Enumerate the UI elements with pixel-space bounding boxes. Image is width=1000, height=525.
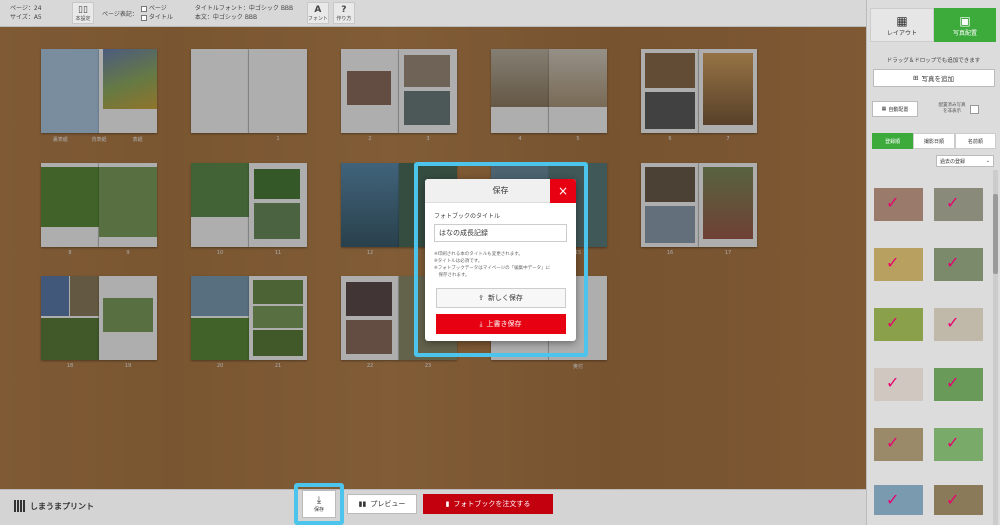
howto-button[interactable]: ? 作り方 bbox=[332, 2, 355, 24]
photo-thumb[interactable]: ✓ bbox=[874, 428, 923, 461]
page-display-options: ページ表記： ページ タイトル bbox=[102, 4, 173, 22]
photo-thumb[interactable]: ✓ bbox=[934, 368, 983, 401]
check-icon: ✓ bbox=[886, 253, 900, 272]
spread-2-3[interactable] bbox=[341, 49, 457, 133]
close-icon: × bbox=[557, 184, 569, 198]
photo-thumb[interactable]: ✓ bbox=[874, 188, 923, 221]
close-button[interactable]: × bbox=[550, 179, 576, 203]
page-count: ページ：24 bbox=[10, 5, 42, 12]
drag-hint: ドラッグ＆ドロップでも追加できます bbox=[886, 58, 981, 64]
book-settings-button[interactable]: ▯▯ 本設定 bbox=[72, 2, 94, 24]
check-icon: ✓ bbox=[946, 433, 960, 452]
title-checkbox[interactable]: タイトル bbox=[140, 13, 173, 22]
photo-source-select[interactable]: 過去の登録 ⌄ bbox=[936, 155, 994, 167]
dialog-title: 保存 bbox=[492, 186, 509, 195]
brand-logo: しまうまプリント bbox=[14, 500, 94, 512]
spread-4-5[interactable] bbox=[491, 49, 607, 133]
grid-icon: ▦ bbox=[896, 13, 908, 28]
photo-thumb[interactable]: ✓ bbox=[934, 308, 983, 341]
check-icon: ✓ bbox=[946, 313, 960, 332]
save-dialog: 保存 × フォトブックのタイトル ※印刷される本のタイトルも変更されます。 ※タ… bbox=[425, 179, 576, 341]
tab-photo-placement[interactable]: ▣ 写真配置 bbox=[934, 8, 996, 42]
order-photobook-button[interactable]: ▮ フォトブックを注文する bbox=[423, 494, 553, 514]
help-icon: ? bbox=[341, 4, 347, 15]
chevron-down-icon: ⌄ bbox=[985, 158, 990, 164]
add-photo-icon: ⊞ bbox=[913, 74, 919, 82]
auto-place-button[interactable]: ▦ 自動配置 bbox=[872, 101, 918, 117]
download-icon: ⤓ bbox=[479, 319, 483, 328]
book-icon: ▯▯ bbox=[78, 4, 88, 15]
top-toolbar: ページ：24 サイズ：A5 ▯▯ 本設定 ページ表記： ページ タイトル タイト… bbox=[0, 0, 866, 27]
hide-used-toggle[interactable] bbox=[970, 104, 979, 114]
check-icon: ✓ bbox=[946, 193, 960, 212]
download-icon: ⤓ bbox=[316, 495, 322, 506]
spread-10-11[interactable] bbox=[191, 163, 307, 247]
right-sidebar: ▦ レイアウト ▣ 写真配置 ドラッグ＆ドロップでも追加できます ⊞ 写真を追加… bbox=[866, 0, 1000, 525]
tab-layout[interactable]: ▦ レイアウト bbox=[870, 8, 934, 42]
photo-thumb[interactable]: ✓ bbox=[874, 368, 923, 401]
check-icon: ✓ bbox=[886, 433, 900, 452]
photo-thumb[interactable]: ✓ bbox=[934, 188, 983, 221]
image-icon: ▣ bbox=[959, 13, 971, 28]
photo-thumb[interactable]: ✓ bbox=[934, 485, 983, 515]
page-number-checkbox[interactable]: ページ bbox=[140, 4, 173, 13]
logo-icon bbox=[14, 500, 26, 512]
spread-16-17[interactable] bbox=[641, 163, 757, 247]
photo-thumb[interactable]: ✓ bbox=[934, 248, 983, 281]
check-icon: ✓ bbox=[946, 253, 960, 272]
spread-6-7[interactable] bbox=[641, 49, 757, 133]
hide-used-label: 配置済み写真を非表示 bbox=[938, 103, 966, 114]
upload-icon: ⇪ bbox=[478, 294, 484, 302]
filter-name[interactable]: 名前順 bbox=[954, 133, 996, 149]
photo-thumb[interactable]: ✓ bbox=[874, 308, 923, 341]
photo-thumb[interactable]: ✓ bbox=[874, 485, 923, 515]
spread-18-19[interactable] bbox=[41, 276, 157, 360]
check-icon: ✓ bbox=[886, 490, 900, 509]
auto-icon: ▦ bbox=[881, 106, 887, 112]
spread-1[interactable] bbox=[191, 49, 307, 133]
book-title-input[interactable] bbox=[434, 224, 567, 242]
filter-registered[interactable]: 登録順 bbox=[872, 133, 914, 149]
check-icon: ✓ bbox=[886, 193, 900, 212]
spread-8-9[interactable] bbox=[41, 163, 157, 247]
book-size: サイズ：A5 bbox=[10, 14, 42, 21]
book-icon: ▮▮ bbox=[358, 500, 367, 508]
check-icon: ✓ bbox=[946, 490, 960, 509]
overwrite-save-button[interactable]: ⤓ 上書き保存 bbox=[435, 314, 566, 334]
title-field-label: フォトブックのタイトル bbox=[434, 213, 501, 220]
font-icon: A bbox=[314, 4, 322, 15]
add-photo-button[interactable]: ⊞ 写真を追加 bbox=[872, 69, 995, 87]
dialog-header: 保存 × bbox=[425, 179, 576, 203]
check-icon: ✓ bbox=[886, 313, 900, 332]
spread-20-21[interactable] bbox=[191, 276, 307, 360]
photo-list-scrollbar[interactable] bbox=[993, 170, 998, 525]
save-new-button[interactable]: ⇪ 新しく保存 bbox=[435, 288, 566, 308]
font-info: タイトルフォント：中ゴシック BBB 本文：中ゴシック BBB bbox=[194, 5, 294, 21]
check-icon: ✓ bbox=[886, 373, 900, 392]
spread-cover[interactable] bbox=[41, 49, 157, 133]
dialog-notes: ※印刷される本のタイトルも変更されます。 ※タイトルは必須です。 ※フォトブック… bbox=[434, 252, 551, 278]
photo-thumb[interactable]: ✓ bbox=[874, 248, 923, 281]
save-button[interactable]: ⤓ 保存 bbox=[302, 490, 336, 518]
preview-button[interactable]: ▮▮ プレビュー bbox=[347, 494, 417, 514]
photo-thumb[interactable]: ✓ bbox=[934, 428, 983, 461]
font-button[interactable]: A フォント bbox=[306, 2, 329, 24]
filter-date[interactable]: 撮影日順 bbox=[913, 133, 955, 149]
book-icon: ▮ bbox=[445, 500, 450, 508]
book-info: ページ：24 サイズ：A5 bbox=[0, 4, 70, 22]
check-icon: ✓ bbox=[946, 373, 960, 392]
